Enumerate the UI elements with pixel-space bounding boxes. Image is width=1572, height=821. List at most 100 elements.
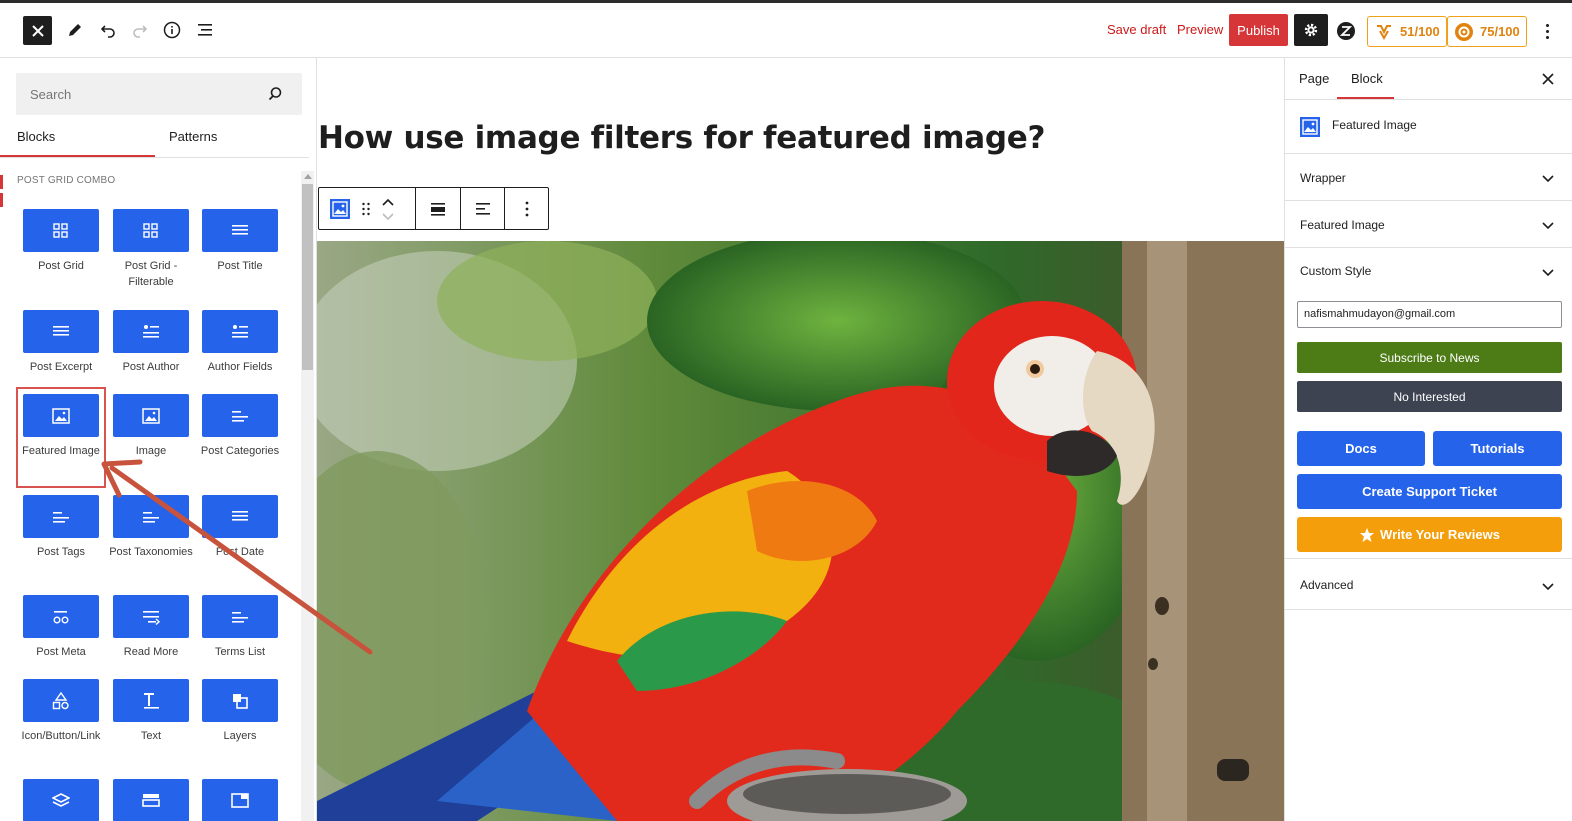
block-item-terms-list[interactable]: Terms List — [195, 595, 285, 660]
block-tile[interactable] — [202, 495, 278, 538]
block-item-post-date[interactable]: Post Date — [195, 495, 285, 560]
readability-score-badge[interactable]: 75/100 — [1447, 16, 1527, 47]
tab-blocks[interactable]: Blocks — [17, 129, 55, 144]
chevron-down-icon[interactable] — [1541, 265, 1555, 279]
block-item-post-grid[interactable]: Post Grid — [16, 209, 106, 274]
block-item-window-icon[interactable] — [195, 779, 285, 821]
settings-sidebar: Page Block Featured Image Wrapper Featur… — [1284, 58, 1572, 821]
block-tile[interactable] — [113, 679, 189, 722]
block-item-icon-button-link[interactable]: Icon/Button/Link — [16, 679, 106, 744]
save-draft-button[interactable]: Save draft — [1107, 22, 1166, 37]
list-view-button[interactable] — [192, 17, 218, 43]
block-item-post-grid-filterable[interactable]: Post Grid - Filterable — [106, 209, 196, 290]
block-tile[interactable] — [113, 394, 189, 437]
block-tile[interactable] — [202, 679, 278, 722]
short-lines-icon — [232, 410, 248, 422]
block-item-layout-icon[interactable] — [106, 779, 196, 821]
post-title[interactable]: How use image filters for featured image… — [318, 120, 1046, 156]
panel-advanced[interactable]: Advanced — [1285, 560, 1572, 610]
block-tile[interactable] — [202, 779, 278, 821]
not-interested-button[interactable]: No Interested — [1297, 381, 1562, 412]
options-menu-button[interactable] — [1541, 17, 1553, 45]
gear-icon — [1304, 23, 1318, 37]
block-tile[interactable] — [23, 679, 99, 722]
block-tile[interactable] — [202, 310, 278, 353]
publish-button[interactable]: Publish — [1229, 14, 1288, 46]
panel-featured-image[interactable]: Featured Image — [1285, 202, 1572, 248]
block-tile[interactable] — [202, 394, 278, 437]
create-support-ticket-button[interactable]: Create Support Ticket — [1297, 474, 1562, 509]
block-item-post-author[interactable]: Post Author — [106, 310, 196, 375]
panel-title: Advanced — [1300, 578, 1354, 592]
redo-button[interactable] — [127, 17, 153, 43]
undo-icon — [100, 25, 115, 38]
featured-image-preview[interactable] — [317, 231, 1284, 821]
block-tile[interactable] — [113, 595, 189, 638]
save-draft-label: Save draft — [1107, 22, 1167, 37]
block-item-text[interactable]: Text — [106, 679, 196, 744]
email-field[interactable]: nafismahmudayon@gmail.com — [1297, 301, 1562, 328]
panel-title[interactable]: Custom Style — [1300, 264, 1371, 278]
block-options-button[interactable] — [505, 188, 548, 229]
scroll-up-arrow[interactable] — [304, 174, 312, 179]
docs-button[interactable]: Docs — [1297, 431, 1425, 466]
block-item-layers[interactable]: Layers — [195, 679, 285, 744]
tutorials-button[interactable]: Tutorials — [1433, 431, 1562, 466]
drag-handle-icon[interactable] — [361, 202, 371, 216]
text-align-button[interactable] — [461, 188, 505, 229]
block-tile[interactable] — [202, 209, 278, 252]
inserter-scrollbar[interactable] — [301, 171, 314, 821]
block-item-image[interactable]: Image — [106, 394, 196, 459]
tab-patterns[interactable]: Patterns — [169, 129, 217, 144]
block-tile[interactable] — [23, 209, 99, 252]
block-label: Post Meta — [36, 646, 86, 658]
panel-title: Featured Image — [1300, 218, 1385, 232]
not-interested-label: No Interested — [1393, 389, 1466, 404]
panel-wrapper[interactable]: Wrapper — [1285, 155, 1572, 201]
block-item-post-excerpt[interactable]: Post Excerpt — [16, 310, 106, 375]
block-tile[interactable] — [23, 595, 99, 638]
text-icon — [144, 692, 159, 709]
block-tile[interactable] — [113, 779, 189, 821]
details-button[interactable] — [159, 17, 185, 43]
align-button[interactable] — [416, 188, 461, 229]
block-tile[interactable] — [113, 209, 189, 252]
subscribe-button[interactable]: Subscribe to News — [1297, 342, 1562, 373]
block-tile[interactable] — [23, 495, 99, 538]
featured-image-block-icon[interactable] — [329, 198, 351, 220]
block-item-stack-icon[interactable] — [16, 779, 106, 821]
settings-button[interactable] — [1294, 14, 1328, 46]
block-search-input[interactable]: Search — [16, 73, 302, 115]
preview-button[interactable]: Preview — [1177, 22, 1223, 37]
block-item-read-more[interactable]: Read More — [106, 595, 196, 660]
block-tile[interactable] — [113, 310, 189, 353]
block-tile[interactable] — [23, 310, 99, 353]
block-item-post-meta[interactable]: Post Meta — [16, 595, 106, 660]
block-tile[interactable] — [202, 595, 278, 638]
tab-block[interactable]: Block — [1351, 71, 1383, 86]
edit-tool-button[interactable] — [62, 17, 88, 43]
tab-page[interactable]: Page — [1299, 71, 1329, 86]
block-label: Layers — [223, 730, 257, 742]
write-reviews-button[interactable]: Write Your Reviews — [1297, 517, 1562, 552]
seo-score-badge[interactable]: 51/100 — [1367, 16, 1447, 47]
redo-icon — [133, 25, 148, 38]
close-editor-button[interactable] — [23, 16, 52, 45]
block-item-post-title[interactable]: Post Title — [195, 209, 285, 274]
block-item-author-fields[interactable]: Author Fields — [195, 310, 285, 375]
editor-canvas: How use image filters for featured image… — [317, 58, 1284, 821]
block-tile[interactable] — [23, 779, 99, 821]
close-sidebar-icon[interactable] — [1539, 70, 1557, 88]
block-tile[interactable] — [113, 495, 189, 538]
scrollbar-thumb[interactable] — [302, 184, 313, 370]
search-icon — [268, 87, 282, 101]
block-toolbar-group — [319, 188, 416, 229]
short-lines-icon — [232, 611, 248, 623]
move-up-down-icon[interactable] — [381, 195, 395, 223]
block-item-post-categories[interactable]: Post Categories — [195, 394, 285, 459]
block-item-post-tags[interactable]: Post Tags — [16, 495, 106, 560]
block-item-post-taxonomies[interactable]: Post Taxonomies — [106, 495, 196, 560]
pencil-icon — [69, 24, 81, 36]
undo-button[interactable] — [95, 17, 121, 43]
plugin-z-button[interactable] — [1336, 21, 1356, 41]
